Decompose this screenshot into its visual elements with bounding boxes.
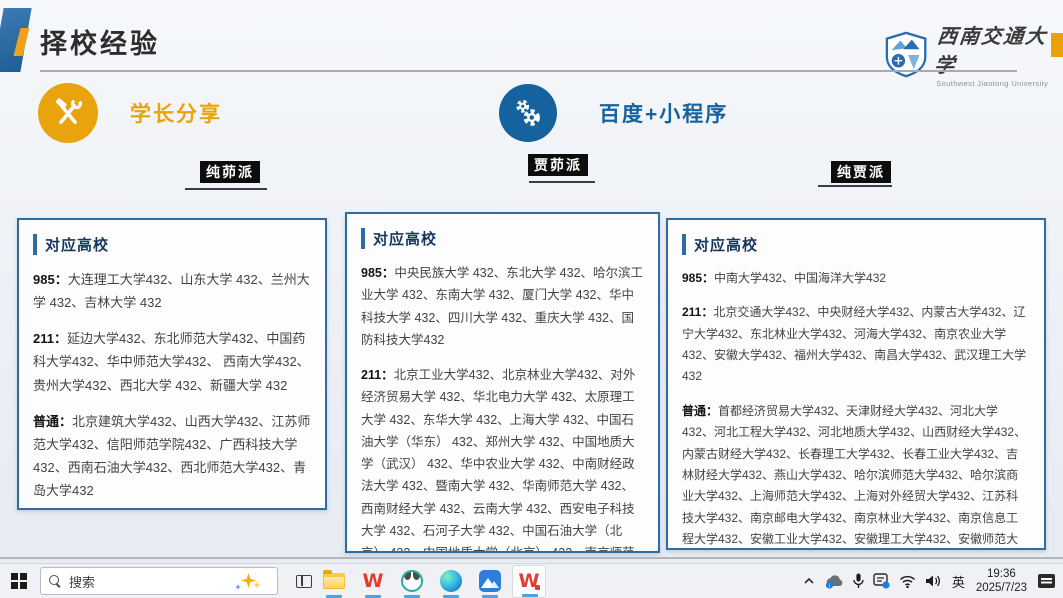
file-explorer-icon	[323, 573, 345, 589]
tier-universities: 北京建筑大学432、山西大学432、江苏师范大学432、信阳师范学院432、广西…	[33, 414, 310, 498]
page-title: 择校经验	[40, 22, 160, 61]
running-indicator	[404, 595, 420, 598]
tier-universities: 延边大学432、东北师范大学432、中国药科大学432、华中师范大学432、 西…	[33, 331, 310, 392]
wifi-icon[interactable]	[899, 575, 916, 588]
university-box-pure-jia: 对应高校 985：中南大学432、中国海洋大学432 211：北京交通大学432…	[666, 218, 1046, 550]
tier-universities: 大连理工大学432、山东大学 432、兰州大学 432、吉林大学 432	[33, 272, 310, 310]
search-input[interactable]: 搜索	[40, 567, 278, 595]
running-indicator	[522, 594, 538, 597]
tier-211-row: 211：北京交通大学432、中央财经大学432、内蒙古大学432、辽宁大学432…	[682, 302, 1030, 387]
copilot-sparkle-icon	[235, 572, 263, 592]
tier-985-row: 985：中南大学432、中国海洋大学432	[682, 268, 1030, 289]
tier-label: 普通：	[33, 414, 72, 429]
wps-presentation-accent	[535, 585, 540, 590]
method-label-baidu: 百度+小程序	[599, 98, 728, 128]
tier-regular-row: 普通：首都经济贸易大学432、天津财经大学432、河北大学432、河北工程大学4…	[682, 401, 1030, 550]
edge-icon	[440, 570, 462, 592]
mountain-app-icon	[479, 570, 501, 592]
university-name-en: Southwest Jiaotong University	[936, 79, 1063, 88]
slide-bottom-divider	[0, 557, 1063, 559]
taskbar-app-edge[interactable]	[434, 565, 468, 598]
faction-underline	[818, 185, 892, 187]
tier-regular-row: 普通：北京建筑大学432、山西大学432、江苏师范大学432、信阳师范学院432…	[33, 410, 311, 503]
method-label-senior: 学长分享	[130, 98, 222, 128]
faction-underline	[185, 188, 267, 190]
tier-universities: 首都经济贸易大学432、天津财经大学432、河北大学432、河北工程大学432、…	[682, 404, 1026, 550]
tier-label: 211：	[33, 331, 67, 346]
tier-label: 211：	[361, 368, 394, 382]
hidden-icons-chevron[interactable]	[803, 576, 815, 586]
corner-decoration-blue	[0, 8, 32, 72]
taskbar-app-dog[interactable]	[395, 565, 429, 598]
running-indicator	[443, 595, 459, 598]
system-tray: i 英 19:3	[803, 567, 1063, 596]
tier-universities: 北京工业大学432、北京林业大学432、对外经济贸易大学 432、华北电力大学 …	[361, 368, 635, 553]
box-header: 对应高校	[33, 234, 311, 255]
taskbar-app-mountain[interactable]	[473, 565, 507, 598]
edge-orange-marker	[1051, 33, 1063, 57]
box-header: 对应高校	[682, 234, 1030, 255]
taskbar-app-wps-office[interactable]: W	[356, 565, 390, 598]
university-box-jia-mao: 对应高校 985：中央民族大学 432、东北大学 432、哈尔滨工业大学 432…	[345, 212, 660, 553]
running-indicator	[482, 595, 498, 598]
search-placeholder: 搜索	[69, 572, 95, 591]
taskbar: 搜索 W W	[0, 563, 1063, 598]
gears-icon	[499, 84, 557, 142]
tier-universities: 中南大学432、中国海洋大学432	[714, 271, 886, 285]
tier-label: 普通：	[682, 404, 718, 418]
tier-985-row: 985：大连理工大学432、山东大学 432、兰州大学 432、吉林大学 432	[33, 268, 311, 314]
taskbar-app-wps-presentation[interactable]: W	[512, 565, 546, 598]
running-indicator	[326, 595, 342, 598]
tier-211-row: 211：北京工业大学432、北京林业大学432、对外经济贸易大学 432、华北电…	[361, 364, 644, 553]
taskbar-clock[interactable]: 19:36 2025/7/23	[976, 567, 1027, 596]
faction-tag-jia-mao: 贾茆派	[528, 154, 588, 176]
tier-211-row: 211：延边大学432、东北师范大学432、中国药科大学432、华中师范大学43…	[33, 327, 311, 396]
taskbar-app-file-explorer[interactable]	[317, 565, 351, 598]
task-view-button[interactable]	[296, 575, 312, 588]
ime-language-indicator[interactable]: 英	[952, 572, 965, 591]
faction-tag-pure-jia: 纯贾派	[831, 161, 891, 183]
tier-label: 985：	[361, 266, 394, 280]
tier-universities: 北京交通大学432、中央财经大学432、内蒙古大学432、辽宁大学432、东北林…	[682, 305, 1026, 383]
clock-date: 2025/7/23	[976, 581, 1027, 595]
university-box-pure-mao: 对应高校 985：大连理工大学432、山东大学 432、兰州大学 432、吉林大…	[17, 218, 327, 510]
method-baidu-miniprogram: 百度+小程序	[499, 84, 728, 142]
tier-label: 985：	[33, 272, 68, 287]
header-divider	[40, 70, 1017, 72]
start-button[interactable]	[11, 573, 27, 589]
cloud-status-icon[interactable]: i	[824, 574, 844, 589]
svg-text:i: i	[829, 583, 830, 589]
tools-icon	[38, 83, 98, 143]
tier-985-row: 985：中央民族大学 432、东北大学 432、哈尔滨工业大学 432、东南大学…	[361, 262, 644, 351]
method-senior-sharing: 学长分享	[38, 83, 222, 143]
presentation-slide: 择校经验 西南交通大学 Southwest Jiaotong Universit…	[0, 0, 1063, 563]
university-logo: 西南交通大学 Southwest Jiaotong University	[884, 20, 1063, 88]
dog-app-icon	[401, 570, 423, 592]
faction-tag-pure-mao: 纯茆派	[200, 161, 260, 183]
running-indicator	[365, 595, 381, 598]
screen: 择校经验 西南交通大学 Southwest Jiaotong Universit…	[0, 0, 1063, 598]
tier-label: 211：	[682, 305, 713, 319]
volume-icon[interactable]	[925, 574, 941, 588]
clock-time: 19:36	[976, 567, 1027, 581]
tier-label: 985：	[682, 271, 714, 285]
microphone-icon[interactable]	[853, 573, 864, 589]
notification-center-icon[interactable]	[1038, 574, 1055, 588]
search-icon	[49, 575, 61, 587]
wps-icon: W	[363, 570, 384, 592]
faction-underline	[529, 181, 595, 183]
box-header: 对应高校	[361, 228, 644, 249]
tier-universities: 中央民族大学 432、东北大学 432、哈尔滨工业大学 432、东南大学 432…	[361, 266, 643, 347]
ime-settings-icon[interactable]	[873, 573, 890, 589]
